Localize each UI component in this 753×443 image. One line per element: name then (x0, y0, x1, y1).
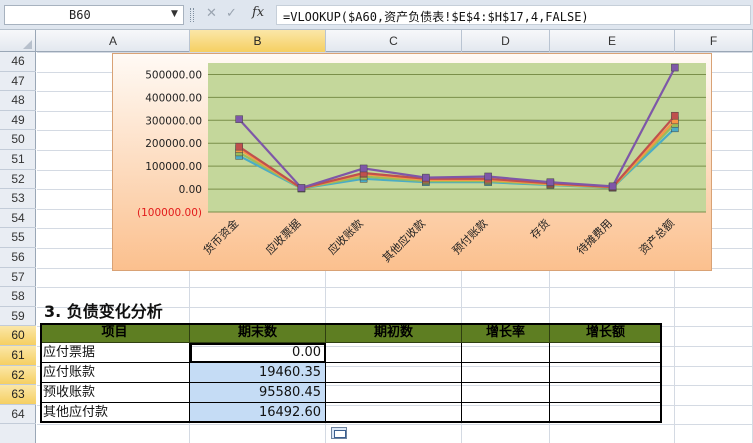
line-chart[interactable]: 500000.00 400000.00 300000.00 200000.00 1000… (112, 53, 712, 271)
row-header-62[interactable]: 62 (0, 365, 36, 386)
row-header-49[interactable]: 49 (0, 111, 36, 131)
section-title: 3. 负债变化分析 (44, 302, 163, 321)
data-point (297, 184, 306, 192)
data-point (422, 173, 430, 182)
y-tick-label: 400000.00 (145, 92, 202, 104)
insert-function-icon[interactable]: fx (252, 5, 264, 20)
row-header-51[interactable]: 51 (0, 150, 36, 170)
table-empty-cell[interactable] (326, 363, 462, 383)
data-point (359, 164, 368, 173)
row-header-column: 46 47 48 49 50 51 52 53 54 55 56 57 58 59 60 61 62 63 64 (0, 52, 36, 443)
table-empty-cell[interactable] (326, 403, 462, 423)
row-header-46[interactable]: 46 (0, 52, 36, 72)
chevron-down-icon[interactable]: ▼ (171, 9, 178, 19)
paste-options-icon[interactable] (331, 427, 347, 439)
y-tick-label: (100000.00) (137, 207, 202, 219)
x-tick-label: 预付账款 (449, 216, 490, 257)
y-tick-label: 0.00 (179, 184, 202, 196)
x-tick-label: 存货 (527, 216, 552, 241)
table-end-value-cell[interactable]: 95580.45 (190, 383, 326, 403)
table-end-value-cell[interactable]: 16492.60 (190, 403, 326, 423)
column-header-row: ABCDEF (0, 30, 753, 52)
column-header-c[interactable]: C (326, 30, 462, 52)
chart-canvas: 500000.00 400000.00 300000.00 200000.00 1000… (137, 63, 706, 265)
select-all-icon (23, 40, 32, 49)
column-header-e[interactable]: E (550, 30, 675, 52)
row-header-48[interactable]: 48 (0, 91, 36, 111)
table-item-cell[interactable]: 预收账款 (40, 383, 190, 403)
table-header-cell[interactable]: 增长额 (550, 323, 662, 343)
row-header-54[interactable]: 54 (0, 209, 36, 229)
y-tick-label: 200000.00 (145, 138, 202, 150)
table-empty-cell[interactable] (550, 363, 662, 383)
table-empty-cell[interactable] (550, 343, 662, 363)
y-tick-label: 100000.00 (145, 161, 202, 173)
name-box[interactable]: B60 ▼ (4, 5, 184, 25)
table-empty-cell[interactable] (550, 403, 662, 423)
table-empty-cell[interactable] (462, 343, 550, 363)
table-empty-cell[interactable] (462, 363, 550, 383)
plot-area (208, 63, 706, 212)
row-header-63[interactable]: 63 (0, 385, 36, 405)
column-header-f[interactable]: F (675, 30, 753, 52)
data-point (235, 115, 243, 123)
x-tick-label: 应收票据 (262, 216, 303, 257)
y-tick-label: 500000.00 (145, 69, 202, 81)
resize-grip[interactable] (190, 8, 194, 22)
row-header-52[interactable]: 52 (0, 170, 36, 190)
table-header-cell[interactable]: 项目 (40, 323, 190, 343)
formula-bar: B60 ▼ ✕ ✓ fx =VLOOKUP($A60,资产负债表!$E$4:$H… (0, 0, 753, 30)
row-header-61[interactable]: 61 (0, 346, 36, 366)
column-header-a[interactable]: A (37, 30, 190, 52)
data-point (671, 63, 679, 72)
table-empty-cell[interactable] (462, 383, 550, 403)
table-item-cell[interactable]: 应付账款 (40, 363, 190, 383)
table-header-cell[interactable]: 期初数 (326, 323, 462, 343)
table-end-value-cell[interactable]: 0.00 (190, 343, 326, 363)
data-point (546, 178, 555, 186)
select-all-button[interactable] (0, 30, 36, 52)
row-header-59[interactable]: 59 (0, 307, 36, 327)
name-box-value: B60 (69, 8, 91, 22)
row-header-50[interactable]: 50 (0, 130, 36, 150)
data-point (235, 142, 243, 151)
row-header-47[interactable]: 47 (0, 72, 36, 92)
row-header-64[interactable]: 64 (0, 405, 36, 425)
row-header-58[interactable]: 58 (0, 287, 36, 307)
x-tick-label: 资产总额 (636, 216, 677, 257)
data-point (671, 111, 679, 120)
table-empty-cell[interactable] (462, 403, 550, 423)
table-empty-cell[interactable] (550, 383, 662, 403)
table-header-cell[interactable]: 期末数 (190, 323, 326, 343)
column-header-d[interactable]: D (462, 30, 550, 52)
data-point (484, 172, 492, 181)
row-header-60[interactable]: 60 (0, 326, 36, 346)
checkmark-icon[interactable]: ✓ (226, 6, 237, 21)
row-header-55[interactable]: 55 (0, 228, 36, 248)
table-end-value-cell[interactable]: 19460.35 (190, 363, 326, 383)
table-header-cell[interactable]: 增长率 (462, 323, 550, 343)
column-header-b[interactable]: B (190, 30, 326, 52)
row-header-53[interactable]: 53 (0, 189, 36, 209)
x-tick-label: 应收账款 (325, 216, 366, 257)
table-item-cell[interactable]: 其他应付款 (40, 403, 190, 423)
cancel-icon[interactable]: ✕ (206, 6, 217, 21)
table-empty-cell[interactable] (326, 383, 462, 403)
spreadsheet-window: B60 ▼ ✕ ✓ fx =VLOOKUP($A60,资产负债表!$E$4:$H… (0, 0, 753, 443)
y-tick-label: 300000.00 (145, 115, 202, 127)
x-tick-label: 货币资金 (200, 216, 241, 257)
x-tick-label: 待摊费用 (574, 216, 615, 257)
row-header-56[interactable]: 56 (0, 248, 36, 268)
row-header-57[interactable]: 57 (0, 268, 36, 288)
table-empty-cell[interactable] (326, 343, 462, 363)
formula-input[interactable]: =VLOOKUP($A60,资产负债表!$E$4:$H$17,4,FALSE) (276, 5, 751, 25)
x-tick-label: 其他应收款 (379, 216, 428, 265)
table-item-cell[interactable]: 应付票据 (40, 343, 190, 363)
data-point (608, 182, 617, 191)
